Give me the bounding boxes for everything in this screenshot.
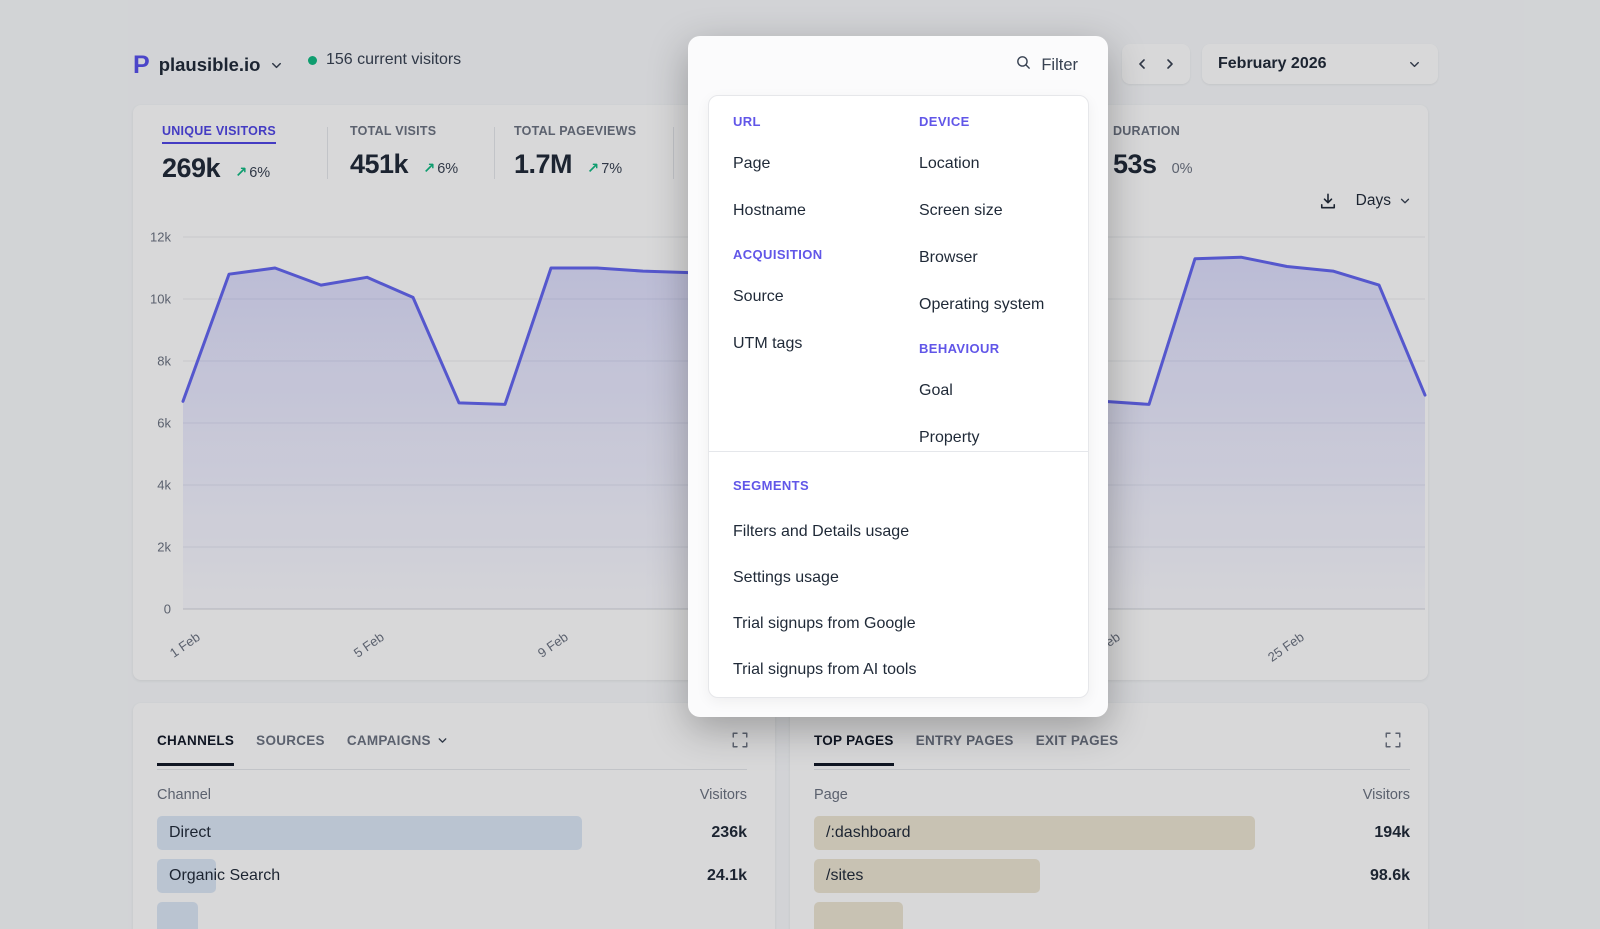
filter-option-operating-system[interactable]: Operating system: [919, 294, 1084, 316]
filter-group-title-segments: SEGMENTS: [733, 478, 1064, 493]
filter-option-page[interactable]: Page: [733, 153, 903, 175]
filter-option-screen-size[interactable]: Screen size: [919, 200, 1084, 222]
filter-option-source[interactable]: Source: [733, 286, 903, 308]
divider: [709, 451, 1088, 452]
filter-group-title-url: URL: [733, 114, 903, 129]
plausible-dashboard: P plausible.io 156 current visitors Febr…: [0, 0, 1600, 929]
filter-modal: Filter URL Page Hostname ACQUISITION Sou…: [688, 36, 1108, 717]
filter-group-title-behaviour: BEHAVIOUR: [919, 341, 1084, 356]
filter-option-goal[interactable]: Goal: [919, 380, 1084, 402]
search-icon: [1015, 54, 1032, 76]
segment-filters-and-details-usage[interactable]: Filters and Details usage: [733, 521, 1064, 543]
segment-trial-signups-from-google[interactable]: Trial signups from Google: [733, 613, 1064, 635]
filter-option-location[interactable]: Location: [919, 153, 1084, 175]
filter-search[interactable]: Filter: [1015, 54, 1078, 76]
segment-trial-signups-from-ai-tools[interactable]: Trial signups from AI tools: [733, 659, 1064, 681]
filter-option-browser[interactable]: Browser: [919, 247, 1084, 269]
filter-option-property[interactable]: Property: [919, 427, 1084, 449]
filter-group-title-acquisition: ACQUISITION: [733, 247, 903, 262]
segment-settings-usage[interactable]: Settings usage: [733, 567, 1064, 589]
filter-search-placeholder: Filter: [1041, 56, 1078, 75]
filter-group-title-device: DEVICE: [919, 114, 1084, 129]
filter-panel: URL Page Hostname ACQUISITION Source UTM…: [708, 95, 1089, 698]
filter-option-utm-tags[interactable]: UTM tags: [733, 333, 903, 355]
filter-option-hostname[interactable]: Hostname: [733, 200, 903, 222]
